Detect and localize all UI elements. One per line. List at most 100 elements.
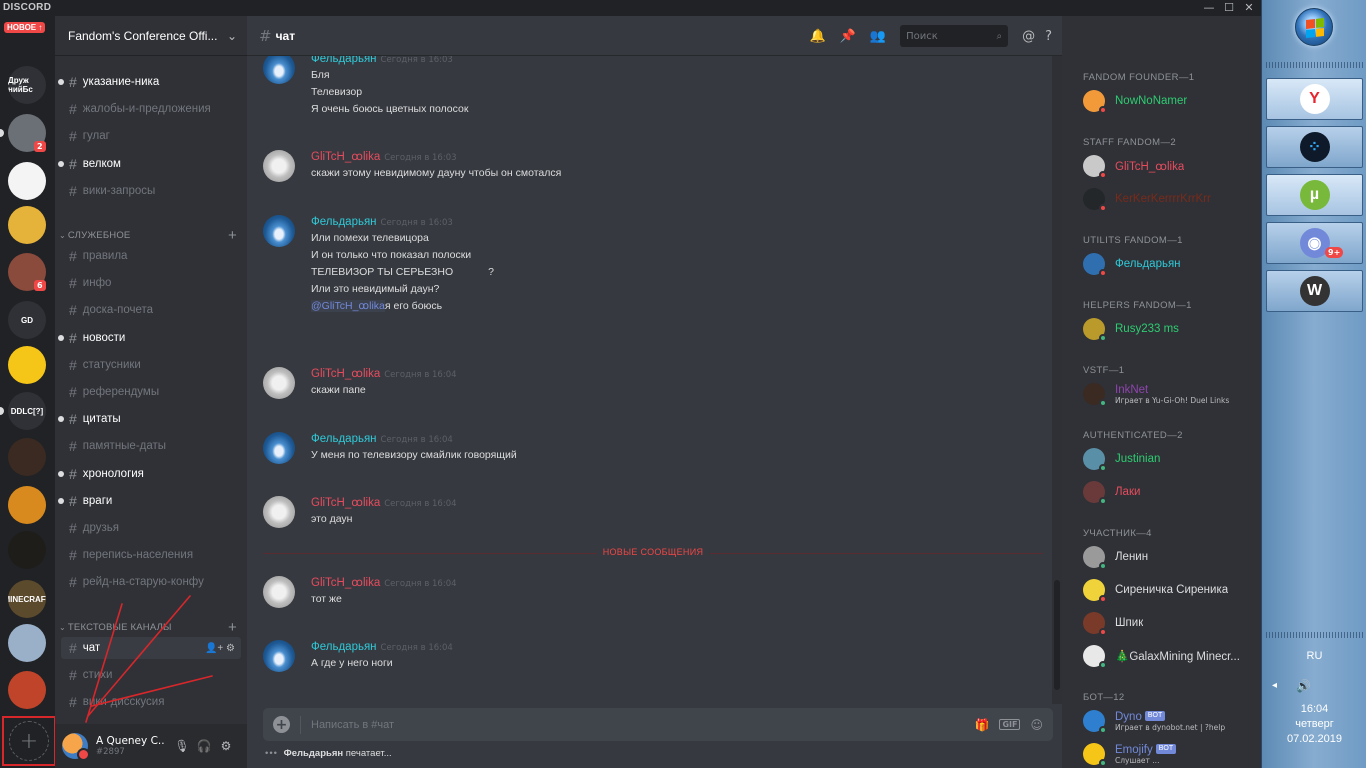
pin-icon[interactable]: 📌 [840, 29, 856, 44]
scrollbar[interactable] [1052, 56, 1062, 704]
member-item[interactable]: Фельдарьян [1083, 249, 1258, 279]
close-button[interactable]: ✕ [1240, 1, 1258, 15]
message-author[interactable]: Фельдарьян [311, 433, 377, 445]
server-icon[interactable] [8, 624, 46, 662]
channel-item[interactable]: # памятные-даты [61, 435, 241, 457]
member-item[interactable]: Rusy233 ms [1083, 314, 1258, 344]
search-input[interactable]: Поиск ⌕ [900, 25, 1009, 47]
emoji-icon[interactable]: ☺ [1030, 718, 1043, 732]
channel-item[interactable]: # перепись-населения [61, 544, 241, 566]
channel-item[interactable]: # велком [58, 153, 241, 175]
member-item[interactable]: KerKerKerrrrKrrKrr [1083, 184, 1258, 214]
channel-item[interactable]: # новости [58, 327, 241, 349]
member-item[interactable]: GliTcH_ꝏlika [1083, 151, 1258, 181]
clock[interactable]: 16:04 четверг 07.02.2019 [1262, 702, 1366, 747]
member-item[interactable]: InkNet Играет в Yu-Gi-Oh! Duel Links [1083, 379, 1258, 409]
server-icon[interactable] [8, 486, 46, 524]
server-icon[interactable] [8, 346, 46, 384]
server-icon[interactable]: Друж нийБс [8, 66, 46, 104]
category-header[interactable]: ⌄ СЛУЖЕБНОЕ + [59, 227, 241, 244]
avatar[interactable] [263, 150, 295, 182]
channel-item[interactable]: # враги [58, 490, 241, 512]
taskbar-app-dots-app[interactable]: ⁘ [1266, 126, 1363, 168]
volume-icon[interactable]: 🔊 [1296, 679, 1311, 693]
avatar[interactable] [263, 432, 295, 464]
bell-icon[interactable]: 🔔 [810, 29, 826, 44]
member-item[interactable]: Dyno BOT Играет в dynobot.net | ?help [1083, 706, 1258, 736]
avatar[interactable] [263, 215, 295, 247]
maximize-button[interactable]: ☐ [1220, 1, 1238, 15]
channel-item[interactable]: # стихи [61, 664, 241, 686]
settings-gear-icon[interactable]: ⚙ [218, 739, 234, 753]
guild-header[interactable]: Fandom's Conference Offi... ⌄ [55, 16, 247, 56]
avatar[interactable] [263, 640, 295, 672]
avatar[interactable] [263, 56, 295, 84]
member-item[interactable]: Ленин [1083, 542, 1258, 572]
message-author[interactable]: GliTcH_ꝏlika [311, 151, 380, 163]
tray-expand-icon[interactable]: ◂ [1272, 680, 1277, 691]
message-author[interactable]: Фельдарьян [311, 216, 377, 228]
member-item[interactable]: NowNoNamer [1083, 86, 1258, 116]
scrollbar-thumb[interactable] [1054, 580, 1060, 690]
upload-plus-icon[interactable]: + [273, 716, 290, 733]
help-icon[interactable]: ? [1045, 29, 1052, 44]
category-header[interactable]: ⌄ ТЕКСТОВЫЕ КАНАЛЫ + [59, 619, 241, 636]
channel-item[interactable]: # указание-ника [58, 71, 241, 93]
channel-item[interactable]: # вики-дисскусия [61, 691, 241, 713]
add-server-button[interactable]: + [2, 716, 56, 766]
message-author[interactable]: GliTcH_ꝏlika [311, 368, 380, 380]
language-indicator[interactable]: RU [1262, 650, 1366, 662]
server-icon[interactable] [8, 531, 46, 569]
member-item[interactable]: Emojify BOT Слушает ... [1083, 739, 1258, 768]
new-unread-badge[interactable]: НОВОЕ ↑ [4, 22, 46, 33]
add-channel-icon[interactable]: + [228, 619, 237, 636]
channel-item[interactable]: # рейд-на-старую-конфу [61, 571, 241, 593]
message-composer[interactable]: + Написать в #чат 🎁 GIF ☺ [263, 708, 1053, 741]
user-mention[interactable]: @GliTcH_ꝏlika [311, 300, 385, 312]
channel-item[interactable]: # друзья [61, 517, 241, 539]
add-channel-icon[interactable]: + [228, 227, 237, 244]
member-item[interactable]: Сиреничка Сиреника [1083, 575, 1258, 605]
gif-icon[interactable]: GIF [999, 719, 1021, 730]
channel-item[interactable]: # гулаг [61, 125, 241, 147]
channel-item[interactable]: # правила [61, 245, 241, 267]
minimize-button[interactable]: — [1200, 1, 1218, 15]
server-icon[interactable]: GD [8, 301, 46, 339]
channel-item[interactable]: # инфо [61, 272, 241, 294]
gift-icon[interactable]: 🎁 [975, 718, 990, 732]
channel-item[interactable]: # жалобы-и-предложения [61, 98, 241, 120]
member-item[interactable]: Лаки [1083, 477, 1258, 507]
avatar[interactable] [62, 733, 90, 761]
message-author[interactable]: GliTcH_ꝏlika [311, 577, 380, 589]
avatar[interactable] [263, 367, 295, 399]
invite-icon[interactable]: 👤+ [205, 643, 226, 654]
server-icon[interactable] [8, 206, 46, 244]
server-icon[interactable] [8, 438, 46, 476]
channel-item[interactable]: # чат 👤+ ⚙ [61, 637, 241, 659]
taskbar-app-discord[interactable]: ◉ 9+ [1266, 222, 1363, 264]
server-icon[interactable] [8, 162, 46, 200]
headphones-icon[interactable]: 🎧 [196, 739, 212, 753]
message-author[interactable]: GliTcH_ꝏlika [311, 497, 380, 509]
channel-item[interactable]: # вики-запросы [61, 180, 241, 202]
member-item[interactable]: 🎄GalaxMining Minecr... [1083, 641, 1258, 671]
mentions-icon[interactable]: @ [1022, 29, 1035, 44]
microphone-icon[interactable]: 🎙 [174, 739, 190, 753]
member-item[interactable]: Шпик [1083, 608, 1258, 638]
members-icon[interactable]: 👥 [870, 29, 886, 44]
taskbar-app-yandex-browser[interactable]: Y [1266, 78, 1363, 120]
message-input[interactable]: Написать в #чат [311, 719, 965, 731]
settings-gear-icon[interactable]: ⚙ [226, 643, 235, 654]
member-item[interactable]: Justinian [1083, 444, 1258, 474]
avatar[interactable] [263, 576, 295, 608]
server-icon[interactable]: DDLC[?] [8, 392, 46, 430]
taskbar-app-w-app[interactable]: W [1266, 270, 1363, 312]
message-author[interactable]: Фельдарьян [311, 641, 377, 653]
server-icon[interactable]: MINECRAFT [8, 580, 46, 618]
taskbar-app-utorrent[interactable]: µ [1266, 174, 1363, 216]
channel-item[interactable]: # статусники [61, 354, 241, 376]
channel-item[interactable]: # референдумы [61, 381, 241, 403]
start-button[interactable] [1295, 8, 1333, 46]
channel-item[interactable]: # доска-почета [61, 299, 241, 321]
avatar[interactable] [263, 496, 295, 528]
